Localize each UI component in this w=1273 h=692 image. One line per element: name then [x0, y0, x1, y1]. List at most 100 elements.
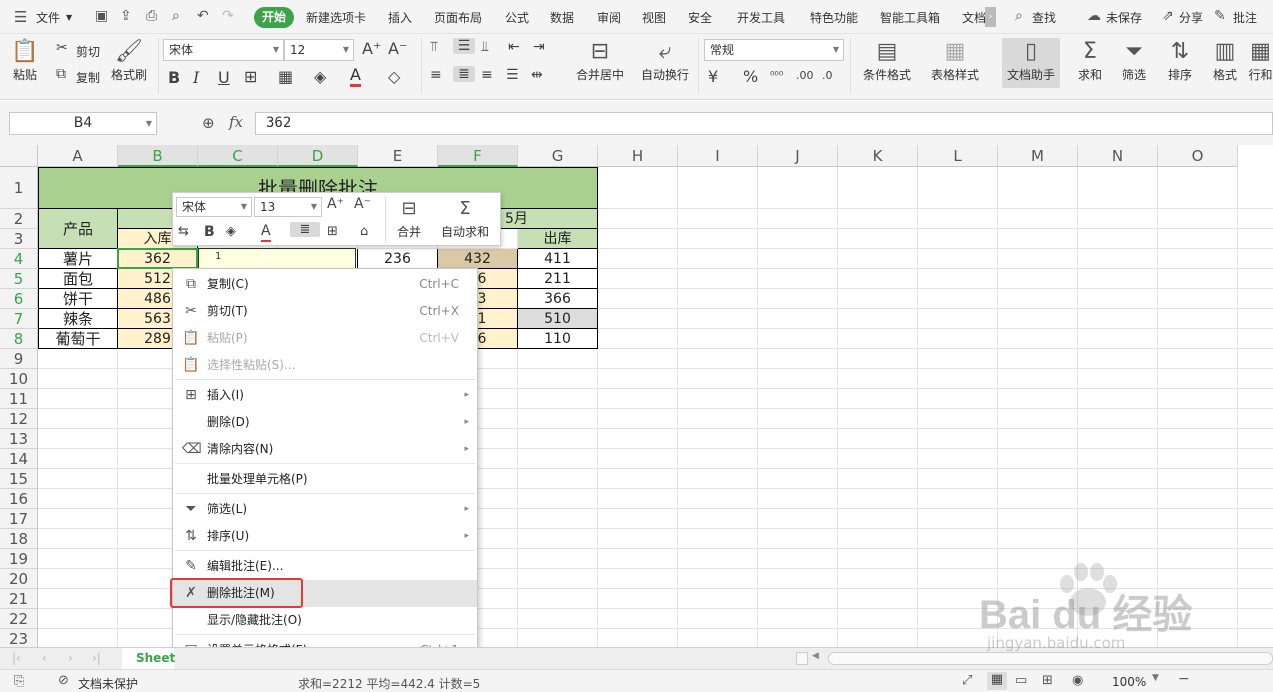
- row-header[interactable]: 6: [0, 289, 38, 309]
- column-header[interactable]: L: [918, 145, 998, 167]
- align-center-icon[interactable]: ≣: [453, 66, 475, 82]
- format-painter-button[interactable]: 🖌 格式刷: [108, 38, 150, 83]
- mini-fill-icon[interactable]: ◈: [226, 224, 236, 239]
- font-shrink-icon[interactable]: A⁻: [388, 39, 407, 58]
- row-header[interactable]: 7: [0, 309, 38, 329]
- row-header[interactable]: 21: [0, 589, 38, 609]
- row-header[interactable]: 15: [0, 469, 38, 489]
- font-grow-icon[interactable]: A⁺: [362, 39, 381, 58]
- row-header[interactable]: 2: [0, 209, 38, 229]
- column-header[interactable]: B: [118, 145, 198, 167]
- column-header[interactable]: M: [998, 145, 1078, 167]
- menu-item[interactable]: 📋 选择性粘贴(S)...: [173, 352, 477, 379]
- tab-special[interactable]: 特色功能: [810, 9, 858, 26]
- distributed-icon[interactable]: ⇹: [531, 67, 543, 83]
- row-header[interactable]: 4: [0, 249, 38, 269]
- horizontal-scrollbar[interactable]: [828, 652, 1273, 665]
- sum-button[interactable]: Σ 求和: [1070, 38, 1110, 83]
- out-cell[interactable]: 110: [518, 329, 598, 349]
- export-icon[interactable]: ⇪: [120, 8, 132, 24]
- product-cell[interactable]: 辣条: [38, 309, 118, 329]
- number-format-select[interactable]: 常规 ▼: [704, 39, 844, 61]
- mini-font-name[interactable]: 宋体 ▼: [176, 197, 252, 217]
- row-header[interactable]: 9: [0, 349, 38, 369]
- comment-button[interactable]: 批注: [1233, 9, 1257, 26]
- cell-style-icon[interactable]: ▦: [278, 67, 293, 86]
- sheet-tab[interactable]: Sheet: [122, 648, 175, 669]
- mini-bold-icon[interactable]: B: [204, 224, 215, 240]
- header-out[interactable]: 出库: [518, 229, 598, 249]
- product-cell[interactable]: 葡萄干: [38, 329, 118, 349]
- out-cell[interactable]: 411: [518, 249, 598, 269]
- row-header[interactable]: 12: [0, 409, 38, 429]
- menu-item[interactable]: ✎ 编辑批注(E)...: [173, 553, 477, 580]
- header-product[interactable]: 产品: [38, 209, 118, 249]
- mini-align-center-icon[interactable]: ≣: [290, 222, 320, 237]
- row-header[interactable]: 14: [0, 449, 38, 469]
- undo-icon[interactable]: ↶: [197, 8, 209, 24]
- tab-docs[interactable]: 文档: [962, 9, 986, 26]
- mini-format-painter-icon[interactable]: ⌂: [360, 224, 368, 239]
- fullscreen-icon[interactable]: ⤢: [962, 673, 972, 688]
- row-header[interactable]: 22: [0, 609, 38, 629]
- row-header[interactable]: 17: [0, 509, 38, 529]
- select-all-corner[interactable]: [0, 145, 38, 167]
- normal-view-icon[interactable]: ▦: [987, 672, 1007, 690]
- row-header[interactable]: 10: [0, 369, 38, 389]
- indent-increase-icon[interactable]: ⇥: [533, 39, 545, 55]
- cut-button[interactable]: 剪切: [76, 43, 100, 60]
- tab-page-layout[interactable]: 页面布局: [434, 9, 482, 26]
- row-header[interactable]: 8: [0, 329, 38, 349]
- tab-security[interactable]: 安全: [688, 9, 712, 26]
- menu-item[interactable]: ⇅ 排序(U) ▸: [173, 523, 477, 550]
- row-header[interactable]: 1: [0, 167, 38, 209]
- print-preview-icon[interactable]: ⌕: [172, 8, 180, 24]
- menu-item[interactable]: ⏷ 筛选(L) ▸: [173, 496, 477, 523]
- table-style-button[interactable]: ▦ 表格样式: [924, 38, 986, 83]
- row-header[interactable]: 11: [0, 389, 38, 409]
- product-cell[interactable]: 面包: [38, 269, 118, 289]
- merge-center-button[interactable]: ⊟ 合并居中: [568, 38, 632, 83]
- name-box[interactable]: B4 ▼: [9, 112, 157, 135]
- tab-data[interactable]: 数据: [550, 9, 574, 26]
- mini-font-grow-icon[interactable]: A⁺: [327, 196, 344, 212]
- row-header[interactable]: 18: [0, 529, 38, 549]
- product-cell[interactable]: 饼干: [38, 289, 118, 309]
- align-right-icon[interactable]: ≡: [481, 67, 493, 83]
- percent-icon[interactable]: %: [743, 67, 758, 86]
- macro-icon[interactable]: ⎘: [14, 674, 24, 689]
- mini-autosum-button[interactable]: Σ 自动求和: [435, 195, 495, 240]
- indent-decrease-icon[interactable]: ⇤: [508, 39, 520, 55]
- share-icon[interactable]: ⇗: [1162, 8, 1174, 24]
- row-header[interactable]: 13: [0, 429, 38, 449]
- border-icon[interactable]: ⊞: [244, 67, 257, 86]
- search-button[interactable]: 查找: [1032, 9, 1056, 26]
- zoom-formula-icon[interactable]: ⊕: [202, 114, 215, 132]
- row-header[interactable]: 16: [0, 489, 38, 509]
- zoom-out-icon[interactable]: −: [1178, 671, 1190, 687]
- tab-home[interactable]: 开始: [254, 7, 294, 28]
- zoom-level[interactable]: 100%: [1112, 675, 1146, 689]
- tab-developer[interactable]: 开发工具: [737, 9, 785, 26]
- unsaved-status[interactable]: 未保存: [1106, 9, 1142, 26]
- column-header[interactable]: E: [358, 145, 438, 167]
- bold-icon[interactable]: B: [168, 68, 180, 87]
- scroll-left-icon[interactable]: ◀: [812, 651, 826, 666]
- increase-decimal-icon[interactable]: .00: [796, 69, 814, 82]
- row-header[interactable]: 19: [0, 549, 38, 569]
- cell[interactable]: 432: [438, 249, 518, 269]
- page-layout-icon[interactable]: ▭: [1015, 673, 1027, 688]
- redo-icon[interactable]: ↷: [222, 8, 234, 24]
- protect-status[interactable]: 文档未保护: [78, 675, 138, 692]
- last-sheet-icon[interactable]: ›|: [92, 651, 101, 665]
- hscroll-left[interactable]: [796, 652, 808, 665]
- menu-item[interactable]: 删除(D) ▸: [173, 409, 477, 436]
- first-sheet-icon[interactable]: |‹: [12, 651, 21, 665]
- align-left-icon[interactable]: ≡: [430, 67, 442, 83]
- menu-item[interactable]: ⌫ 清除内容(N) ▸: [173, 436, 477, 463]
- fx-icon[interactable]: fx: [229, 113, 243, 131]
- mini-merge-button[interactable]: ⊟ 合并: [387, 195, 431, 240]
- column-header[interactable]: D: [278, 145, 358, 167]
- comment-icon[interactable]: ✎: [1214, 8, 1226, 24]
- reading-mode-icon[interactable]: ◉: [1072, 673, 1083, 688]
